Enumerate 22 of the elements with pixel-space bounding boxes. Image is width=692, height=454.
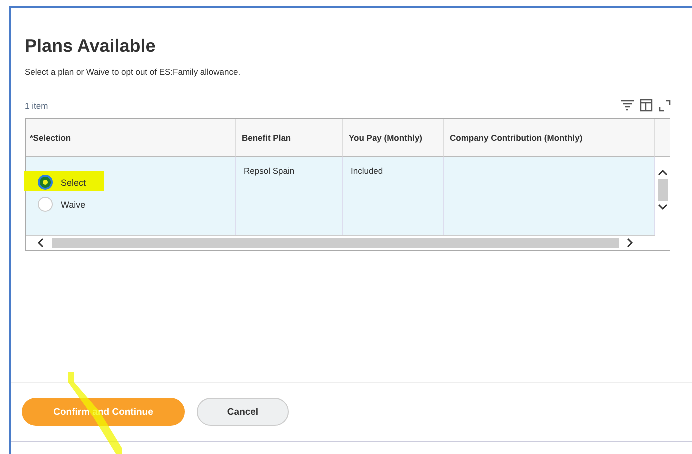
scroll-up-icon[interactable] <box>658 169 668 177</box>
column-header: You Pay (Monthly) <box>343 119 444 157</box>
horizontal-scrollbar[interactable] <box>26 235 655 250</box>
item-count: 1 item <box>25 100 48 110</box>
radio-option[interactable]: Select <box>38 175 86 190</box>
expand-icon[interactable] <box>659 100 671 112</box>
table-cell: Repsol Spain <box>236 157 343 235</box>
cancel-button[interactable]: Cancel <box>197 398 289 426</box>
scroll-down-icon[interactable] <box>658 203 668 211</box>
instructions-text: Select a plan or Waive to opt out of ES:Family allowance. <box>25 67 242 77</box>
filter-icon[interactable] <box>621 100 634 111</box>
page-title: Plans Available <box>25 36 157 57</box>
columns-icon[interactable] <box>640 99 653 112</box>
column-header: Company Contribution (Monthly) <box>444 119 655 157</box>
radio-option[interactable]: Waive <box>38 197 86 212</box>
scroll-right-icon[interactable] <box>625 238 635 248</box>
table-cell: Included <box>343 157 444 235</box>
radio-button[interactable] <box>38 197 53 212</box>
column-header: *Selection <box>26 119 236 157</box>
header-blank <box>655 119 670 157</box>
scroll-left-icon[interactable] <box>36 238 46 248</box>
column-header: Benefit Plan <box>236 119 343 157</box>
